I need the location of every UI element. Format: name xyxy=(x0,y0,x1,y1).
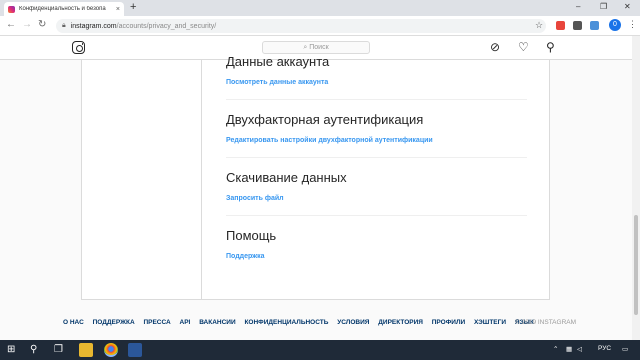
search-icon: ⌕ xyxy=(303,44,308,51)
extension-icon[interactable] xyxy=(573,21,582,30)
maximize-icon[interactable]: ❐ xyxy=(600,2,607,11)
minimize-icon[interactable]: – xyxy=(576,2,580,11)
browser-toolbar: ← → ↻ 🔒︎ instagram.com /accounts/privacy… xyxy=(0,16,640,36)
instagram-favicon-icon xyxy=(8,5,15,13)
address-bar[interactable]: 🔒︎ instagram.com /accounts/privacy_and_s… xyxy=(56,19,546,33)
settings-sidebar-divider xyxy=(201,60,202,300)
activity-heart-icon[interactable]: ♡ xyxy=(518,40,529,54)
section-account-data: Данные аккаунта Посмотреть данные аккаун… xyxy=(226,54,526,86)
footer-links: О НАС ПОДДЕРЖКА ПРЕССА API ВАКАНСИИ КОНФ… xyxy=(63,319,573,326)
edit-two-factor-link[interactable]: Редактировать настройки двухфакторной ау… xyxy=(226,137,526,144)
task-view-icon[interactable]: ❐ xyxy=(54,344,63,355)
section-two-factor: Двухфакторная аутентификация Редактирова… xyxy=(226,112,526,144)
footer-link[interactable]: ВАКАНСИИ xyxy=(199,319,235,326)
browser-menu-icon[interactable]: ⋮ xyxy=(628,19,637,30)
section-data-download: Скачивание данных Запросить файл xyxy=(226,170,526,202)
section-help: Помощь Поддержка xyxy=(226,228,526,260)
reload-icon[interactable]: ↻ xyxy=(38,19,46,30)
browser-tab-strip: Конфиденциальность и безопа × + – ❐ ✕ xyxy=(0,0,640,16)
extension-icon[interactable] xyxy=(556,21,565,30)
volume-icon[interactable]: ◁ xyxy=(577,345,582,353)
forward-icon[interactable]: → xyxy=(22,19,32,30)
footer-link[interactable]: О НАС xyxy=(63,319,84,326)
chrome-icon[interactable] xyxy=(104,343,118,357)
bookmark-star-icon[interactable]: ☆ xyxy=(535,20,543,31)
footer-link[interactable]: ХЭШТЕГИ xyxy=(474,319,506,326)
section-title: Данные аккаунта xyxy=(226,54,330,69)
profile-avatar[interactable]: 0 xyxy=(609,19,621,31)
url-host: instagram.com xyxy=(70,22,117,30)
scrollbar-thumb[interactable] xyxy=(634,215,638,315)
network-icon[interactable]: ▦ xyxy=(566,345,572,353)
section-title: Скачивание данных xyxy=(226,170,347,185)
copyright: © 2019 INSTAGRAM xyxy=(515,319,577,326)
word-icon[interactable] xyxy=(128,343,142,357)
footer-link[interactable]: ПРЕССА xyxy=(143,319,170,326)
request-file-link[interactable]: Запросить файл xyxy=(226,195,526,202)
windows-taskbar: ⊞ ⚲ ❐ ⌃ ▦ ◁ РУС ▭ xyxy=(0,340,640,360)
instagram-logo-icon[interactable] xyxy=(72,41,85,54)
file-explorer-icon[interactable] xyxy=(79,343,93,357)
settings-panel: Данные аккаунта Посмотреть данные аккаун… xyxy=(81,54,550,300)
notifications-icon[interactable]: ▭ xyxy=(622,345,628,353)
back-icon[interactable]: ← xyxy=(6,19,16,30)
tab-title: Конфиденциальность и безопа xyxy=(19,6,106,12)
windows-start-icon[interactable]: ⊞ xyxy=(7,344,15,355)
view-account-data-link[interactable]: Посмотреть данные аккаунта xyxy=(226,79,526,86)
support-link[interactable]: Поддержка xyxy=(226,253,526,260)
tray-up-arrow-icon[interactable]: ⌃ xyxy=(553,345,558,353)
tab-close-icon[interactable]: × xyxy=(116,6,120,13)
search-placeholder: Поиск xyxy=(309,44,329,51)
footer-link[interactable]: ПОДДЕРЖКА xyxy=(93,319,135,326)
footer-link[interactable]: КОНФИДЕНЦИАЛЬНОСТЬ xyxy=(244,319,328,326)
extension-icon[interactable] xyxy=(590,21,599,30)
browser-tab[interactable]: Конфиденциальность и безопа × xyxy=(4,2,124,16)
section-title: Двухфакторная аутентификация xyxy=(226,112,424,127)
url-path: /accounts/privacy_and_security/ xyxy=(116,22,217,30)
section-title: Помощь xyxy=(226,228,277,243)
lock-icon: 🔒︎ xyxy=(62,22,66,29)
explore-icon[interactable]: ⊘ xyxy=(490,40,500,54)
window-close-icon[interactable]: ✕ xyxy=(624,2,631,11)
language-indicator[interactable]: РУС xyxy=(598,345,611,352)
footer-link[interactable]: ПРОФИЛИ xyxy=(432,319,465,326)
profile-icon[interactable]: ⚲ xyxy=(546,40,555,54)
footer-link[interactable]: УСЛОВИЯ xyxy=(337,319,369,326)
divider xyxy=(226,215,527,216)
search-icon[interactable]: ⚲ xyxy=(30,344,37,355)
footer-link[interactable]: API xyxy=(180,319,191,326)
new-tab-button[interactable]: + xyxy=(130,1,136,13)
divider xyxy=(226,99,527,100)
divider xyxy=(226,157,527,158)
footer-link[interactable]: ДИРЕКТОРИЯ xyxy=(378,319,423,326)
search-input[interactable]: ⌕ Поиск xyxy=(262,41,370,54)
